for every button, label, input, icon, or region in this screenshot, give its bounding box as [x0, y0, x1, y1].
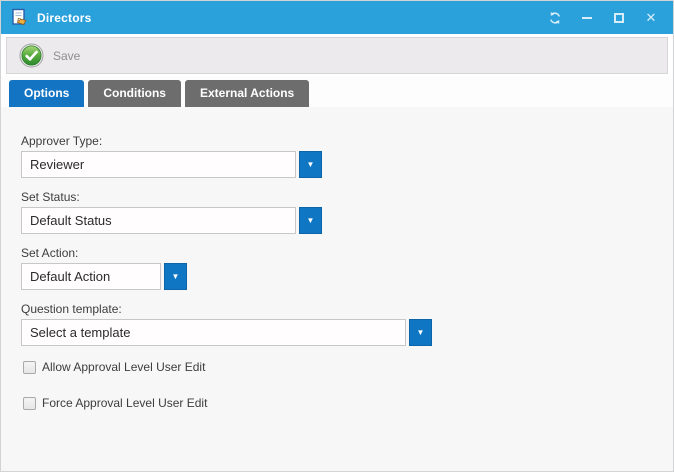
toolbar-strip: Save	[1, 34, 673, 76]
set-action-dropdown-button[interactable]: ▼	[164, 263, 187, 290]
force-approval-level-user-edit-row[interactable]: Force Approval Level User Edit	[21, 396, 673, 410]
maximize-icon	[614, 13, 624, 23]
force-approval-level-user-edit-checkbox[interactable]	[23, 397, 36, 410]
chevron-down-icon: ▼	[307, 217, 315, 225]
set-action-value[interactable]: Default Action	[21, 263, 161, 290]
question-template-dropdown[interactable]: Select a template ▼	[21, 319, 673, 346]
minimize-icon	[582, 17, 592, 19]
approver-type-label: Approver Type:	[21, 134, 673, 148]
refresh-icon	[548, 11, 562, 25]
question-template-label: Question template:	[21, 302, 673, 316]
force-approval-level-user-edit-label: Force Approval Level User Edit	[42, 396, 207, 410]
field-approver-type: Approver Type: Reviewer ▼	[21, 134, 673, 178]
tab-conditions[interactable]: Conditions	[88, 80, 181, 107]
dialog-window: Directors ✕	[0, 0, 674, 472]
allow-approval-level-user-edit-row[interactable]: Allow Approval Level User Edit	[21, 360, 673, 374]
set-status-label: Set Status:	[21, 190, 673, 204]
question-template-value[interactable]: Select a template	[21, 319, 406, 346]
titlebar: Directors ✕	[1, 1, 673, 34]
set-status-value[interactable]: Default Status	[21, 207, 296, 234]
maximize-button[interactable]	[603, 1, 635, 34]
set-status-dropdown[interactable]: Default Status ▼	[21, 207, 673, 234]
approver-type-dropdown-button[interactable]: ▼	[299, 151, 322, 178]
tab-external-actions[interactable]: External Actions	[185, 80, 309, 107]
minimize-button[interactable]	[571, 1, 603, 34]
approver-type-value[interactable]: Reviewer	[21, 151, 296, 178]
refresh-button[interactable]	[539, 1, 571, 34]
set-status-dropdown-button[interactable]: ▼	[299, 207, 322, 234]
toolbar: Save	[6, 37, 668, 74]
save-check-icon	[19, 43, 44, 68]
field-question-template: Question template: Select a template ▼	[21, 302, 673, 346]
set-action-label: Set Action:	[21, 246, 673, 260]
chevron-down-icon: ▼	[307, 161, 315, 169]
chevron-down-icon: ▼	[417, 329, 425, 337]
save-button[interactable]: Save	[19, 43, 80, 68]
set-action-dropdown[interactable]: Default Action ▼	[21, 263, 673, 290]
tab-options[interactable]: Options	[9, 80, 84, 107]
document-edit-icon	[10, 8, 29, 27]
options-tab-panel: Approver Type: Reviewer ▼ Set Status: De…	[1, 107, 673, 471]
window-title: Directors	[37, 11, 92, 25]
close-icon: ✕	[646, 11, 657, 24]
field-set-action: Set Action: Default Action ▼	[21, 246, 673, 290]
tab-strip: Options Conditions External Actions	[1, 76, 673, 107]
field-set-status: Set Status: Default Status ▼	[21, 190, 673, 234]
allow-approval-level-user-edit-checkbox[interactable]	[23, 361, 36, 374]
chevron-down-icon: ▼	[172, 273, 180, 281]
save-button-label: Save	[53, 49, 80, 63]
checkbox-section: Allow Approval Level User Edit Force App…	[21, 360, 673, 410]
allow-approval-level-user-edit-label: Allow Approval Level User Edit	[42, 360, 205, 374]
close-button[interactable]: ✕	[635, 1, 667, 34]
question-template-dropdown-button[interactable]: ▼	[409, 319, 432, 346]
approver-type-dropdown[interactable]: Reviewer ▼	[21, 151, 673, 178]
